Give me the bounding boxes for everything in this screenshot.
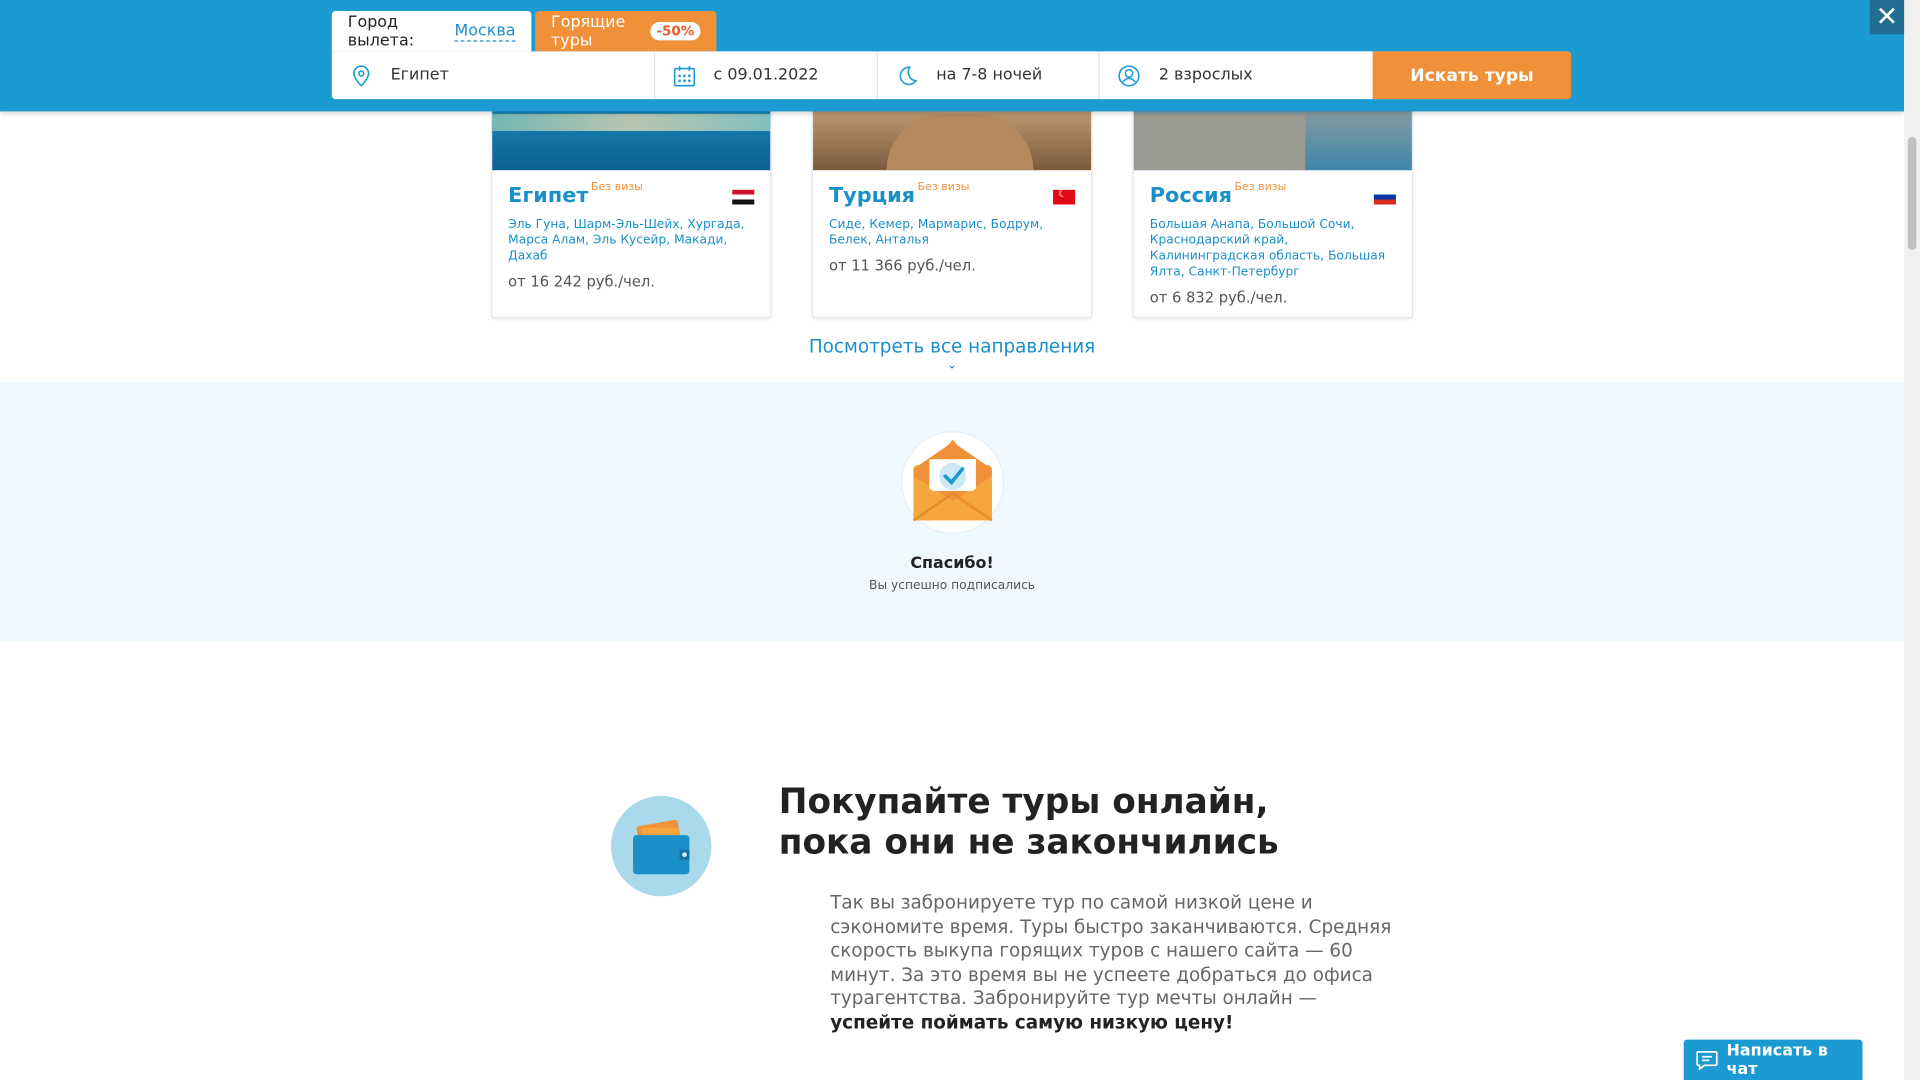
search-tours-button[interactable]: Искать туры [1372, 51, 1572, 100]
chevron-down-icon[interactable]: ⌄ [0, 359, 1904, 372]
visa-note: Без визы [590, 181, 643, 194]
page-scrollbar[interactable] [1904, 0, 1920, 1080]
discount-badge: -50% [650, 22, 701, 41]
date-value[interactable]: с 09.01.2022 [714, 66, 819, 84]
destination-price: от 11 366 руб./чел. [828, 257, 976, 275]
travelers-field[interactable]: 2 взрослых [1100, 51, 1373, 99]
travelers-value[interactable]: 2 взрослых [1159, 66, 1253, 84]
destination-name[interactable]: Египет [508, 184, 588, 208]
person-icon [1117, 63, 1141, 87]
buy-online-title: Покупайте туры онлайн, пока они не закон… [779, 781, 1279, 862]
subscribe-success-section: Спасибо! Вы успешно подписались [0, 382, 1905, 642]
close-icon[interactable]: ✕ [1869, 0, 1905, 35]
nights-value[interactable]: на 7-8 ночей [936, 66, 1042, 84]
buy-online-title-line2: пока они не закончились [778, 821, 1279, 863]
buy-online-highlight: успейте поймать самую низкую цену! [830, 1010, 1234, 1033]
russia-flag-icon [1373, 189, 1396, 205]
wallet-icon [611, 795, 712, 897]
destination-cities[interactable]: Большая Анапа, Большой Сочи, Краснодарск… [1150, 217, 1396, 281]
scrollbar-thumb[interactable] [1907, 137, 1917, 250]
chat-button-label[interactable]: Написать в чат [1727, 1041, 1863, 1078]
all-destinations-link[interactable]: Посмотреть все направления ⌄ [0, 336, 1904, 373]
destination-name[interactable]: Россия [1150, 184, 1232, 208]
calendar-icon [672, 63, 696, 87]
turkey-flag-icon [1053, 189, 1076, 205]
chat-bubble-icon [1696, 1050, 1718, 1070]
moon-icon [895, 63, 919, 87]
search-header: Город вылета: Москва Горящие туры -50% Е… [0, 0, 1905, 112]
search-tabs: Город вылета: Москва Горящие туры -50% [331, 11, 717, 52]
location-pin-icon [349, 63, 373, 87]
visa-note: Без визы [917, 181, 970, 194]
hot-tours-label[interactable]: Горящие туры [551, 13, 642, 50]
destination-value[interactable]: Египет [391, 66, 449, 84]
search-form: Египет с 09.01.2022 на 7-8 ночей 2 взрос… [331, 51, 1572, 100]
destination-field[interactable]: Египет [332, 51, 655, 100]
destination-price: от 6 832 руб./чел. [1149, 288, 1288, 307]
chat-button[interactable]: Написать в чат [1683, 1039, 1863, 1080]
departure-label: Город вылета: [347, 12, 415, 50]
date-field[interactable]: с 09.01.2022 [655, 51, 878, 100]
destination-name[interactable]: Турция [829, 184, 915, 208]
departure-city-link[interactable]: Москва [454, 21, 516, 42]
subscribe-thanks-title: Спасибо! [910, 554, 994, 574]
nights-field[interactable]: на 7-8 ночей [877, 51, 1101, 100]
visa-note: Без визы [1234, 181, 1287, 194]
buy-online-body: Так вы забронируете тур по самой низкой … [830, 891, 1392, 1009]
tab-hot-tours[interactable]: Горящие туры -50% [535, 11, 717, 52]
egypt-flag-icon [732, 189, 755, 205]
all-destinations-label[interactable]: Посмотреть все направления [809, 336, 1095, 358]
tab-departure-city[interactable]: Город вылета: Москва [331, 11, 532, 52]
page: Египет Без визы Эль Гуна, Шарм-Эль-Шейх, … [0, 0, 1920, 1080]
buy-online-text: Так вы забронируете тур по самой низкой … [830, 891, 1393, 1034]
destination-cities[interactable]: Сиде, Кемер, Мармарис, Бодрум, Белек, Ан… [829, 217, 1075, 249]
destination-price: от 16 242 руб./чел. [508, 273, 655, 291]
destination-cities[interactable]: Эль Гуна, Шарм-Эль-Шейх, Хургада, Марса … [508, 217, 754, 265]
subscribe-thanks-subtitle: Вы успешно подписались [869, 579, 1036, 593]
envelope-check-icon [902, 432, 1003, 533]
buy-online-title-line1: Покупайте туры онлайн, [778, 781, 1269, 822]
